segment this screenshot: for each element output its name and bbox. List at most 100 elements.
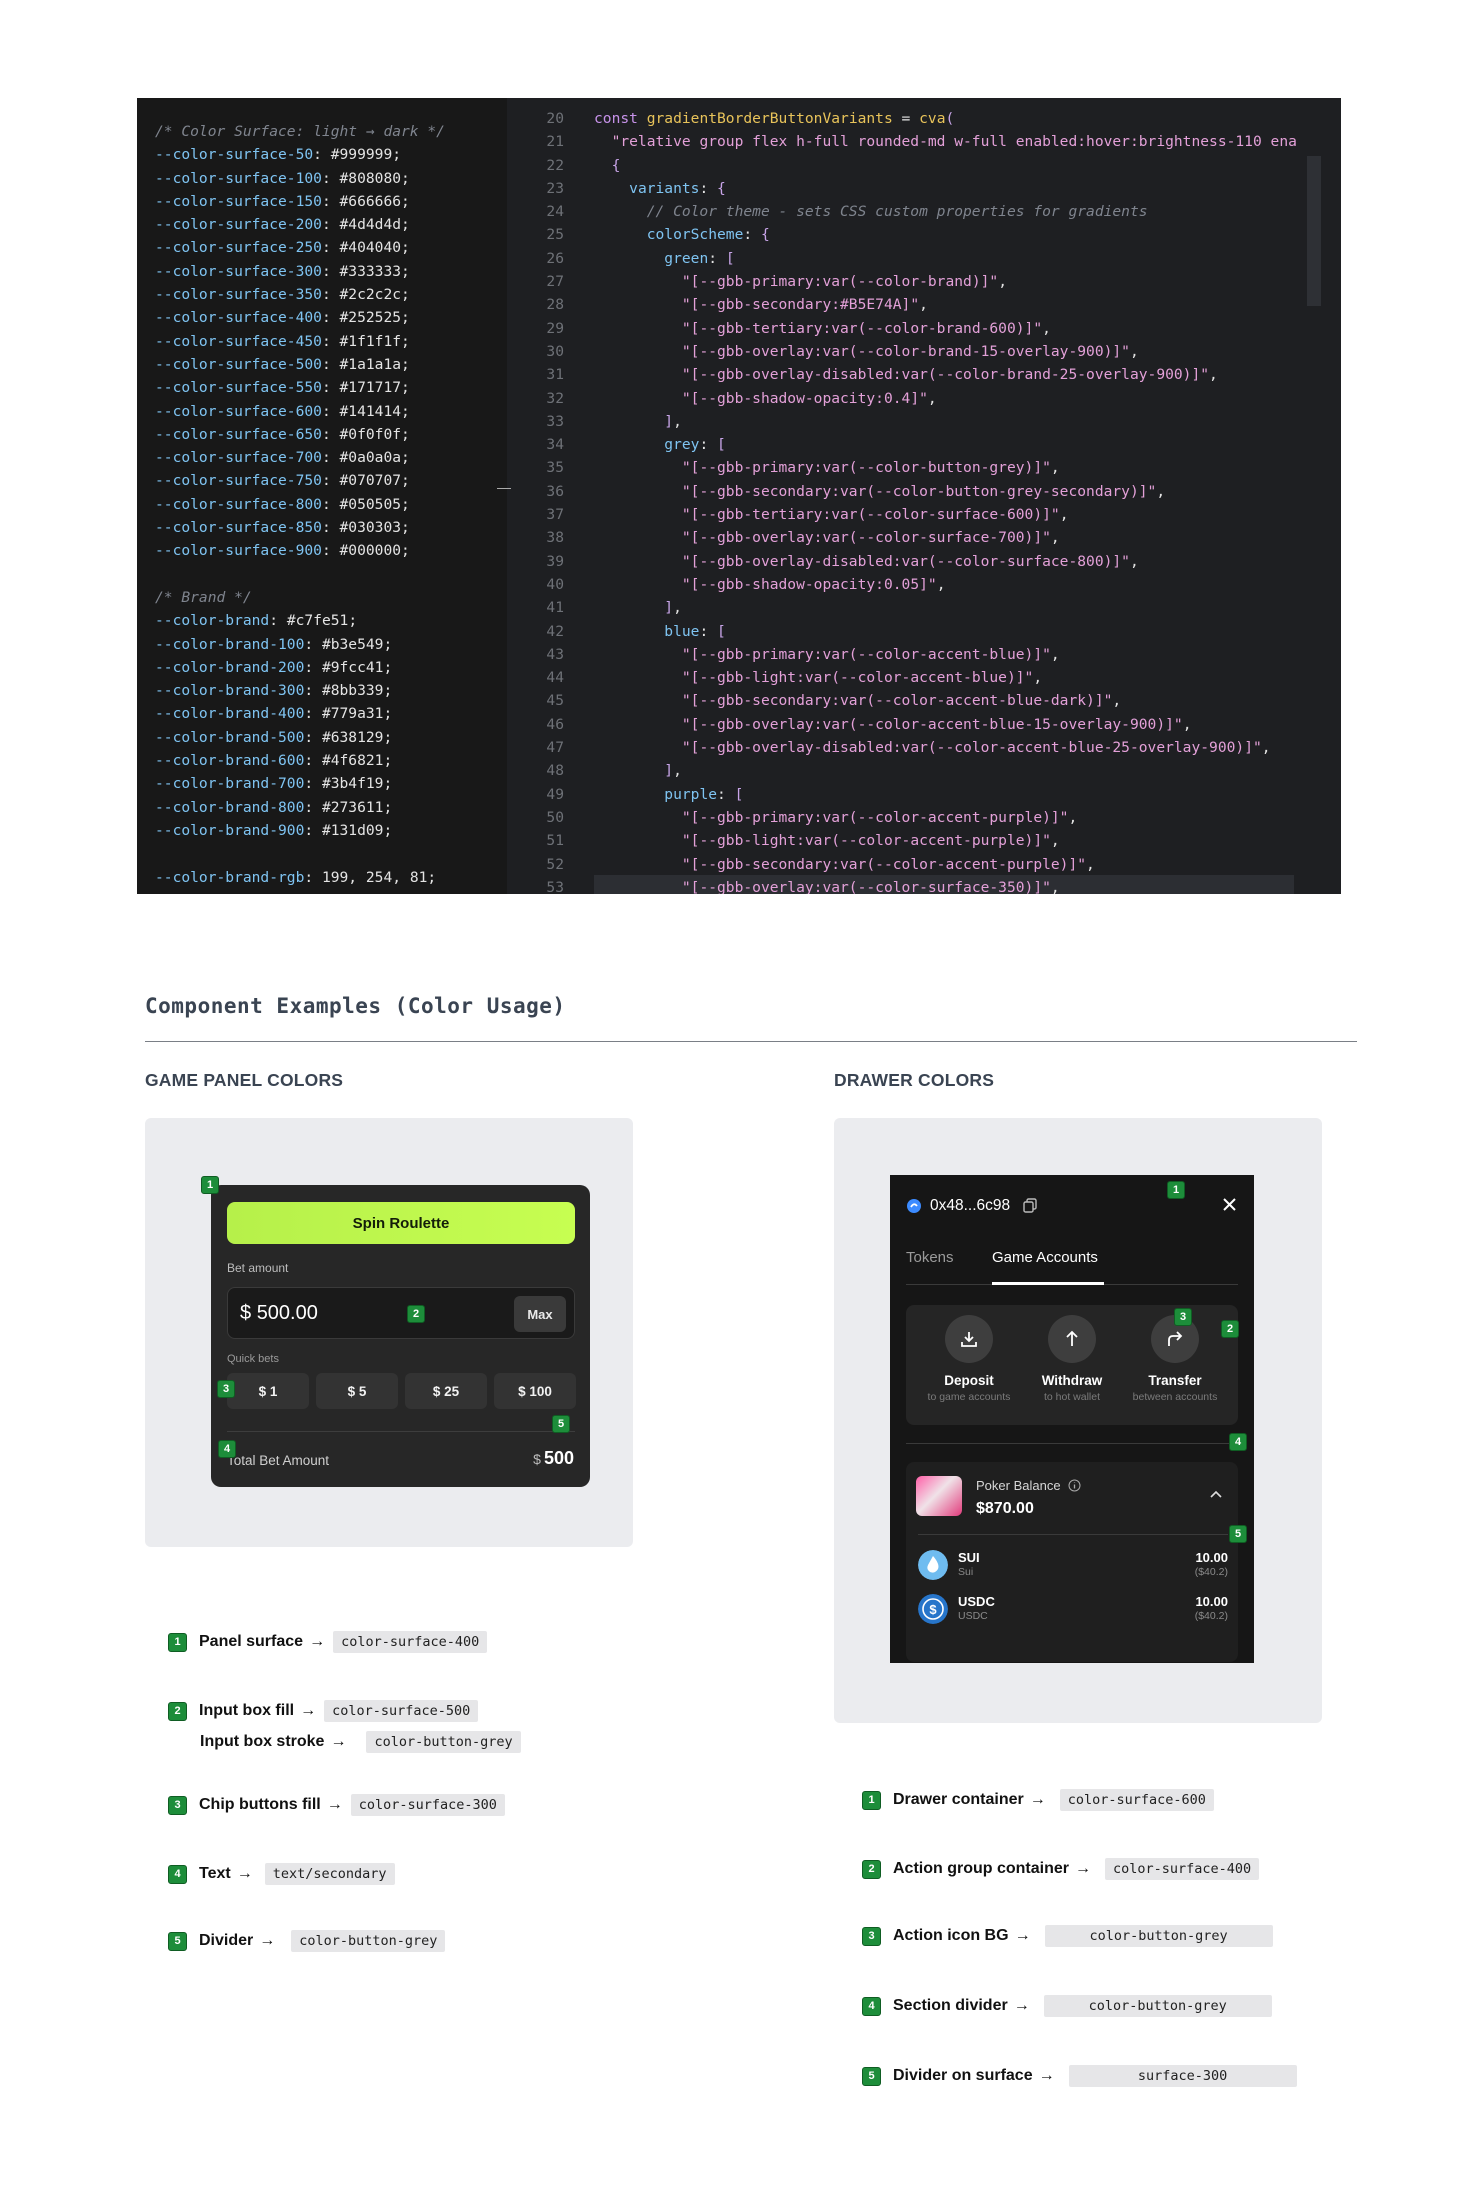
css-variables-panel: /* Color Surface: light → dark */ --color… bbox=[137, 98, 507, 894]
transfer-action[interactable]: Transfer between accounts bbox=[1125, 1315, 1225, 1403]
css-variable-name: --color-surface-200 bbox=[155, 216, 322, 234]
code-comment: /* Brand */ bbox=[155, 588, 252, 606]
css-variable-value: #050505; bbox=[339, 495, 410, 513]
code-line: 38 "[--gbb-overlay:var(--color-surface-7… bbox=[512, 526, 1341, 549]
css-variable-value: #4f6821; bbox=[321, 752, 393, 770]
close-icon[interactable] bbox=[1221, 1196, 1238, 1213]
legend-action-icon-bg: 3 Action icon BG → color-button-grey bbox=[862, 1925, 1273, 1947]
legend-badge: 1 bbox=[862, 1790, 881, 1810]
code-line: 28 "[--gbb-secondary:#B5E74A]", bbox=[512, 293, 1341, 316]
line-number: 48 bbox=[546, 762, 564, 780]
legend-chip-fill: 3 Chip buttons fill → color-surface-300 bbox=[168, 1794, 505, 1816]
code-text: "[--gbb-shadow-opacity:0.4]", bbox=[681, 389, 937, 407]
chip-button-25[interactable]: $ 25 bbox=[405, 1373, 487, 1409]
css-variable-name: --color-surface-500 bbox=[155, 355, 322, 373]
code-line: 48 ], bbox=[512, 759, 1341, 782]
tab-game-accounts[interactable]: Game Accounts bbox=[992, 1249, 1098, 1266]
code-line: 27 "[--gbb-primary:var(--color-brand)]", bbox=[512, 270, 1341, 293]
css-variable-name: --color-brand-400 bbox=[155, 705, 305, 723]
tab-tokens[interactable]: Tokens bbox=[906, 1249, 954, 1266]
arrow-up-icon bbox=[1066, 1330, 1078, 1346]
total-bet-label: Total Bet Amount bbox=[227, 1453, 330, 1468]
line-number: 27 bbox=[546, 273, 564, 291]
code-colon: : bbox=[304, 635, 322, 653]
line-number: 50 bbox=[546, 808, 564, 826]
chip-button-100[interactable]: $ 100 bbox=[494, 1373, 576, 1409]
line-number: 40 bbox=[546, 575, 564, 593]
code-colon: : bbox=[321, 449, 340, 467]
code-screenshot: /* Color Surface: light → dark */ --color… bbox=[137, 98, 1341, 894]
code-line: --color-surface-750: #070707; bbox=[155, 469, 507, 492]
code-text: "[--gbb-primary:var(--color-accent-blue)… bbox=[681, 645, 1060, 663]
max-button[interactable]: Max bbox=[514, 1296, 566, 1332]
code-colon: : bbox=[313, 146, 331, 164]
code-colon: : bbox=[321, 402, 340, 420]
css-variable-value: #000000; bbox=[339, 542, 410, 560]
deposit-action[interactable]: Deposit to game accounts bbox=[919, 1315, 1019, 1403]
code-line: 52 "[--gbb-secondary:var(--color-accent-… bbox=[512, 853, 1341, 876]
code-line: 41 ], bbox=[512, 596, 1341, 619]
poker-balance-value: $870.00 bbox=[976, 1500, 1034, 1517]
legend-label: Divider bbox=[199, 1932, 254, 1949]
line-number: 33 bbox=[546, 412, 564, 430]
transfer-subtitle: between accounts bbox=[1132, 1391, 1218, 1403]
poker-balance-card[interactable]: Poker Balance $870.00 SUI Sui 10.00 ($40… bbox=[906, 1462, 1238, 1662]
line-number: 20 bbox=[546, 110, 564, 127]
code-text: blue: [ bbox=[664, 622, 726, 640]
code-colon: : bbox=[304, 821, 322, 839]
usdc-icon: $ bbox=[918, 1594, 948, 1624]
editor-scrollbar[interactable] bbox=[1307, 156, 1321, 306]
code-text: "[--gbb-secondary:var(--color-accent-blu… bbox=[681, 692, 1122, 710]
line-number: 51 bbox=[546, 832, 564, 850]
withdraw-title: Withdraw bbox=[1041, 1373, 1103, 1388]
code-line: --color-surface-300: #333333; bbox=[155, 260, 507, 283]
bet-currency: $ bbox=[240, 1302, 252, 1324]
code-line: --color-surface-650: #0f0f0f; bbox=[155, 423, 507, 446]
chip-button-5[interactable]: $ 5 bbox=[316, 1373, 398, 1409]
code-text: "[--gbb-tertiary:var(--color-surface-600… bbox=[681, 506, 1069, 524]
withdraw-action[interactable]: Withdraw to hot wallet bbox=[1022, 1315, 1122, 1403]
legend-action-group: 2 Action group container → color-surface-40… bbox=[862, 1858, 1260, 1880]
code-colon: : bbox=[321, 216, 340, 234]
line-number: 26 bbox=[546, 249, 564, 267]
code-colon: : bbox=[321, 355, 340, 373]
code-line: --color-brand-300: #8bb339; bbox=[155, 679, 507, 702]
line-number: 52 bbox=[546, 855, 564, 873]
code-line: --color-brand-700: #3b4f19; bbox=[155, 772, 507, 795]
line-number: 47 bbox=[546, 739, 564, 757]
line-number: 22 bbox=[546, 156, 564, 174]
legend-input-fill: 2 Input box fill → color-surface-500 bbox=[168, 1700, 479, 1722]
drawer-badge-4: 4 bbox=[1229, 1433, 1247, 1451]
code-line: 21 "relative group flex h-full rounded-m… bbox=[512, 130, 1341, 153]
css-variable-name: --color-brand-300 bbox=[155, 682, 305, 700]
css-variable-name: --color-brand-200 bbox=[155, 658, 305, 676]
css-variable-name: --color-brand-900 bbox=[155, 821, 305, 839]
chip-button-1[interactable]: $ 1 bbox=[227, 1373, 309, 1409]
code-line: --color-surface-100: #808080; bbox=[155, 167, 507, 190]
token-value: 10.00 bbox=[1195, 1550, 1228, 1565]
bet-amount-input[interactable]: $ 500.00 Max bbox=[227, 1287, 575, 1339]
css-variable-value: #141414; bbox=[339, 402, 410, 420]
css-variable-value: #252525; bbox=[339, 309, 410, 327]
code-line: 22 { bbox=[512, 154, 1341, 177]
poker-balance-text: Poker Balance bbox=[976, 1478, 1061, 1493]
line-number: 25 bbox=[546, 226, 564, 244]
legend-token-tag: color-surface-400 bbox=[1105, 1858, 1260, 1880]
arrow-icon: → bbox=[1029, 1791, 1046, 1808]
info-icon[interactable] bbox=[1068, 1479, 1081, 1492]
copy-icon[interactable] bbox=[1023, 1198, 1037, 1213]
legend-token-tag: color-button-grey bbox=[1043, 1995, 1272, 2017]
chevron-up-icon[interactable] bbox=[1210, 1490, 1222, 1498]
code-line: --color-surface-900: #000000; bbox=[155, 539, 507, 562]
legend-token-tag: color-button-grey bbox=[366, 1731, 521, 1753]
legend-divider-on-surface: 5 Divider on surface → surface-300 bbox=[862, 2065, 1297, 2087]
code-text: // Color theme - sets CSS custom propert… bbox=[646, 203, 1148, 221]
legend-label: Action group container bbox=[893, 1860, 1069, 1877]
section-rule bbox=[145, 1041, 1357, 1042]
legend-divider: 5 Divider → color-button-grey bbox=[168, 1930, 446, 1952]
line-number: 31 bbox=[546, 366, 564, 384]
code-colon: : bbox=[304, 658, 322, 676]
spin-roulette-button[interactable]: Spin Roulette bbox=[227, 1202, 575, 1244]
code-text: "[--gbb-overlay-disabled:var(--color-sur… bbox=[681, 552, 1139, 570]
code-line: --color-surface-450: #1f1f1f; bbox=[155, 330, 507, 353]
